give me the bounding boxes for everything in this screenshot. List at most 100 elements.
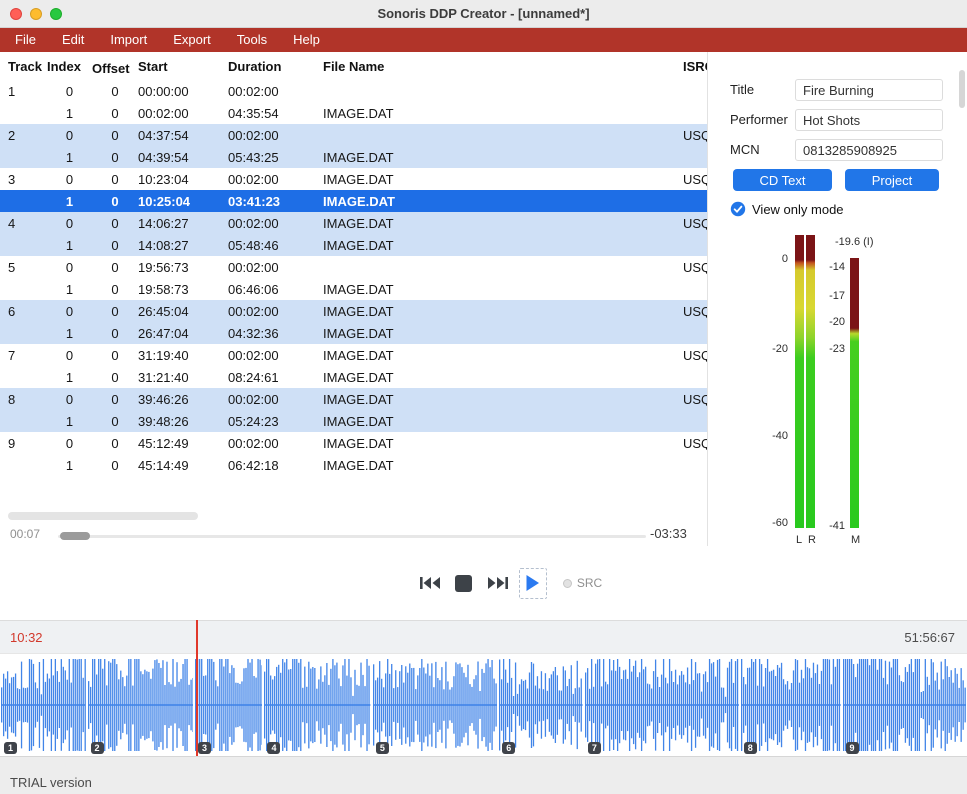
track-badge: 9 — [846, 742, 859, 754]
table-row[interactable]: 1039:48:2605:24:23IMAGE.DAT — [0, 410, 707, 432]
seek-thumb[interactable] — [60, 532, 90, 540]
close-button[interactable] — [10, 8, 22, 20]
column-header-duration[interactable]: Duration — [228, 59, 323, 74]
stop-button[interactable] — [455, 575, 472, 592]
menu-item-help[interactable]: Help — [280, 28, 333, 52]
cell-duration: 04:32:36 — [228, 326, 323, 341]
previous-track-button[interactable] — [419, 576, 441, 590]
column-header-offset[interactable]: Offset — [92, 61, 138, 76]
transport-bar: SRC — [0, 546, 967, 620]
table-horizontal-scrollbar[interactable] — [8, 512, 198, 520]
m-scale-14: -14 — [815, 261, 845, 273]
cell-offset: 0 — [92, 238, 138, 253]
menu-item-import[interactable]: Import — [97, 28, 160, 52]
menu-item-tools[interactable]: Tools — [224, 28, 280, 52]
waveform-segment[interactable]: 7 — [585, 654, 739, 756]
table-row[interactable]: 50019:56:7300:02:00USQ — [0, 256, 707, 278]
track-table-body: 10000:00:0000:02:001000:02:0004:35:54IMA… — [0, 80, 707, 476]
column-header-track[interactable]: Track — [8, 59, 47, 74]
cell-index: 1 — [47, 106, 92, 121]
panel-scrollbar[interactable] — [959, 70, 965, 108]
menu-item-edit[interactable]: Edit — [49, 28, 97, 52]
cell-index: 0 — [47, 172, 92, 187]
menu-item-file[interactable]: File — [2, 28, 49, 52]
cell-track: 6 — [8, 304, 47, 319]
view-only-label: View only mode — [752, 202, 844, 217]
cell-index: 0 — [47, 436, 92, 451]
table-row[interactable]: 1004:39:5405:43:25IMAGE.DAT — [0, 146, 707, 168]
table-row[interactable]: 1026:47:0404:32:36IMAGE.DAT — [0, 322, 707, 344]
m-scale-41: -41 — [815, 520, 845, 532]
table-row[interactable]: 1019:58:7306:46:06IMAGE.DAT — [0, 278, 707, 300]
cd-text-button[interactable]: CD Text — [733, 169, 832, 191]
table-row[interactable]: 30010:23:0400:02:00IMAGE.DATUSQ — [0, 168, 707, 190]
track-badge: 2 — [91, 742, 104, 754]
cell-duration: 00:02:00 — [228, 172, 323, 187]
src-led-icon[interactable] — [563, 579, 572, 588]
lr-scale-40: -40 — [758, 430, 788, 442]
cell-isrc: USQ — [683, 260, 707, 275]
cell-duration: 00:02:00 — [228, 304, 323, 319]
waveform-segment[interactable]: 8 — [741, 654, 841, 756]
next-track-button[interactable] — [487, 576, 509, 590]
cell-isrc: USQ — [683, 304, 707, 319]
cell-isrc: USQ — [683, 128, 707, 143]
table-row[interactable]: 80039:46:2600:02:00IMAGE.DATUSQ — [0, 388, 707, 410]
performer-input[interactable] — [795, 109, 943, 131]
seek-slider[interactable] — [58, 535, 646, 538]
status-bar: TRIAL version — [0, 756, 967, 794]
cell-duration: 08:24:61 — [228, 370, 323, 385]
cell-start: 14:08:27 — [138, 238, 228, 253]
waveform-segment[interactable]: 5 — [373, 654, 497, 756]
table-row[interactable]: 20004:37:5400:02:00USQ — [0, 124, 707, 146]
track-badge: 6 — [502, 742, 515, 754]
main-area: TrackIndexOffsetStartDurationFile NameIS… — [0, 52, 967, 546]
zoom-button[interactable] — [50, 8, 62, 20]
table-row[interactable]: 70031:19:4000:02:00IMAGE.DATUSQ — [0, 344, 707, 366]
waveform-segment[interactable]: 6 — [499, 654, 583, 756]
cell-offset: 0 — [92, 392, 138, 407]
waveform-timebar: 10:32 51:56:67 — [0, 620, 967, 654]
total-time-label: 51:56:67 — [904, 630, 955, 645]
play-button[interactable] — [519, 568, 547, 599]
remaining-time: -03:33 — [650, 526, 687, 541]
table-row[interactable]: 1031:21:4008:24:61IMAGE.DAT — [0, 366, 707, 388]
menu-item-export[interactable]: Export — [160, 28, 224, 52]
cell-offset: 0 — [92, 260, 138, 275]
table-row[interactable]: 10000:00:0000:02:00 — [0, 80, 707, 102]
playhead-line[interactable] — [196, 620, 198, 756]
title-input[interactable] — [795, 79, 943, 101]
table-row[interactable]: 1014:08:2705:48:46IMAGE.DAT — [0, 234, 707, 256]
channel-label-mono: M — [851, 534, 860, 546]
table-row[interactable]: 90045:12:4900:02:00IMAGE.DATUSQ — [0, 432, 707, 454]
minimize-button[interactable] — [30, 8, 42, 20]
table-row[interactable]: 60026:45:0400:02:00IMAGE.DATUSQ — [0, 300, 707, 322]
cell-file: IMAGE.DAT — [323, 326, 683, 341]
column-header-index[interactable]: Index — [47, 59, 92, 74]
column-header-start[interactable]: Start — [138, 59, 228, 74]
mcn-input[interactable] — [795, 139, 943, 161]
cell-offset: 0 — [92, 304, 138, 319]
table-row[interactable]: 1000:02:0004:35:54IMAGE.DAT — [0, 102, 707, 124]
waveform-track-area[interactable]: 12 345 6 789 — [0, 654, 967, 756]
waveform-segment[interactable]: 9 — [843, 654, 967, 756]
cell-offset: 0 — [92, 194, 138, 209]
waveform-segment[interactable]: 2 — [88, 654, 193, 756]
column-header-file[interactable]: File Name — [323, 59, 683, 74]
table-row-selected[interactable]: 1010:25:0403:41:23IMAGE.DAT — [0, 190, 707, 212]
project-button[interactable]: Project — [845, 169, 939, 191]
view-only-check-icon[interactable] — [730, 201, 746, 217]
cell-index: 1 — [47, 370, 92, 385]
cd-text-panel: Title Performer MCN CD Text Project View… — [708, 52, 967, 546]
lr-scale-60: -60 — [758, 517, 788, 529]
cell-start: 31:21:40 — [138, 370, 228, 385]
waveform-segment[interactable]: 4 — [264, 654, 370, 756]
waveform-segment[interactable]: 1 — [1, 654, 86, 756]
column-header-isrc[interactable]: ISRC — [683, 59, 707, 74]
cell-duration: 00:02:00 — [228, 436, 323, 451]
track-badge: 5 — [376, 742, 389, 754]
table-row[interactable]: 1045:14:4906:42:18IMAGE.DAT — [0, 454, 707, 476]
cell-isrc: USQ — [683, 172, 707, 187]
table-row[interactable]: 40014:06:2700:02:00IMAGE.DATUSQ — [0, 212, 707, 234]
waveform-segment[interactable]: 3 — [195, 654, 262, 756]
